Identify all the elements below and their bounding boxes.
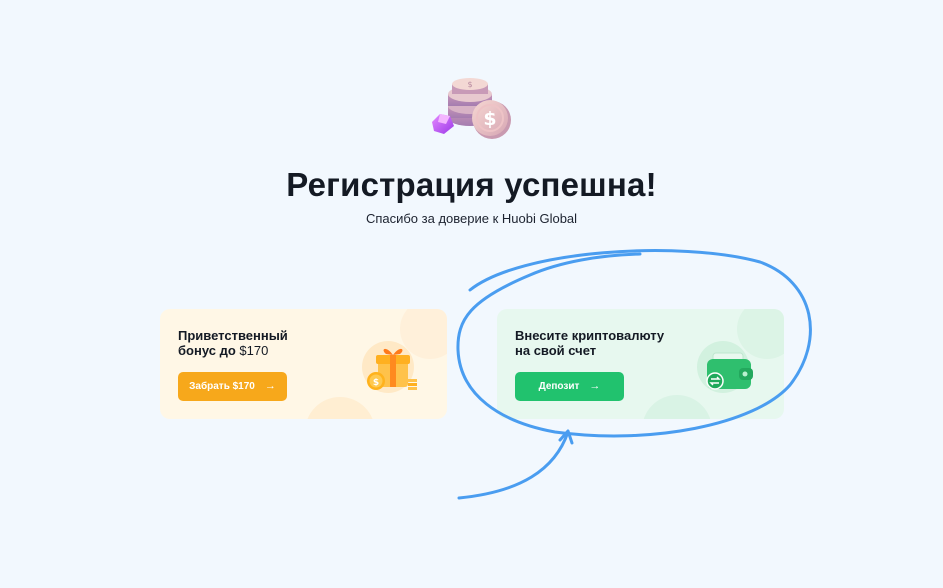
svg-text:$: $ [373,378,379,388]
bonus-amount: $170 [239,343,269,358]
welcome-bonus-card[interactable]: Приветственный бонус до $170 Забрать $17… [160,309,447,419]
highlight-arrow-head [558,429,574,445]
arrow-right-icon: → [589,380,601,392]
svg-text:$: $ [467,80,472,89]
wallet-icon [697,341,753,393]
gift-box-icon: $ [362,341,417,393]
highlight-arrow-shaft [457,430,570,500]
arrow-right-icon: → [264,380,276,392]
page-subtitle: Спасибо за доверие к Huobi Global [365,211,578,226]
deposit-button-label: Депозит [538,381,580,392]
bonus-card-title-text: Приветственный бонус до [178,328,288,358]
coins-and-gem-icon: $ $ [432,78,511,139]
deposit-card-title: Внесите криптовалюту на свой счет [515,328,665,358]
bonus-card-title: Приветственный бонус до $170 [178,328,328,358]
page-title: Регистрация успешна! [286,166,657,203]
svg-text:$: $ [483,108,496,130]
claim-bonus-button[interactable]: Забрать $170 → [178,372,287,401]
decorative-circle [305,397,375,419]
claim-bonus-button-label: Забрать $170 [189,381,255,392]
deposit-button[interactable]: Депозит → [515,372,624,401]
deposit-card[interactable]: Внесите криптовалюту на свой счет Депози… [497,309,784,419]
